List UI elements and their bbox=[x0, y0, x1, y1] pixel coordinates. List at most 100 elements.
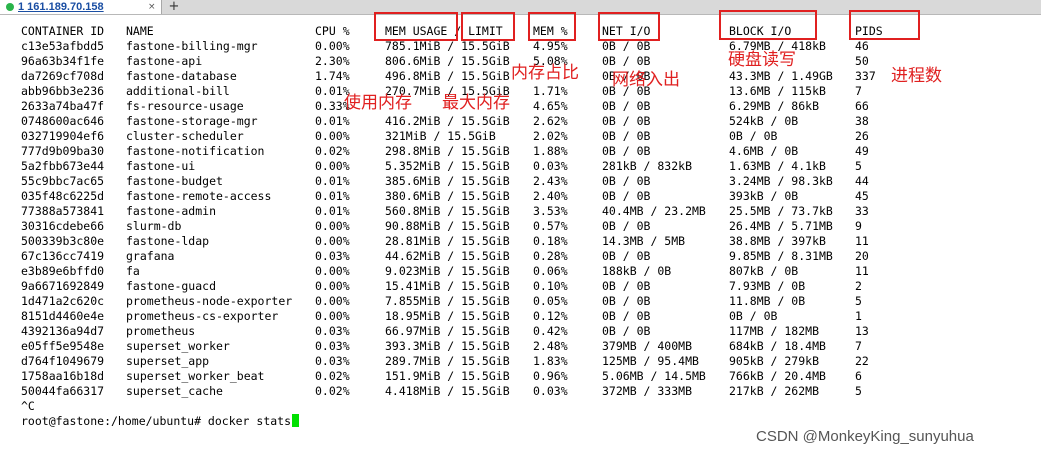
cell-name: prometheus-node-exporter bbox=[126, 294, 293, 308]
cell-name: cluster-scheduler bbox=[126, 129, 244, 143]
cell-mem-pct: 2.40% bbox=[533, 189, 568, 203]
cell-net-io: 0B / 0B bbox=[602, 294, 651, 308]
cell-name: fastone-ui bbox=[126, 159, 196, 173]
cell-cpu: 0.00% bbox=[315, 219, 350, 233]
cell-cpu: 0.02% bbox=[315, 144, 350, 158]
mem-usage-annotation: 使用内存 bbox=[344, 93, 412, 113]
table-row: 0748600ac646 fastone-storage-mgr 0.01% 416.… bbox=[0, 114, 1041, 129]
cell-name: fastone-api bbox=[126, 54, 203, 68]
cell-net-io: 281kB / 832kB bbox=[602, 159, 693, 173]
cell-mem-pct: 0.42% bbox=[533, 324, 568, 338]
table-row: 035f48c6225d fastone-remote-access 0.01% 38… bbox=[0, 189, 1041, 204]
session-tab[interactable]: 1 161.189.70.158 × bbox=[0, 0, 162, 14]
cell-mem-pct: 2.62% bbox=[533, 114, 568, 128]
limit-highlight bbox=[461, 12, 515, 41]
cell-mem-usage: 560.8MiB / 15.5GiB bbox=[385, 204, 510, 218]
header-name: NAME bbox=[126, 24, 154, 38]
cell-container-id: 1d471a2c620c bbox=[21, 294, 105, 308]
cell-pids: 33 bbox=[855, 204, 869, 218]
cell-container-id: e3b89e6bffd0 bbox=[21, 264, 105, 278]
cell-net-io: 0B / 0B bbox=[602, 189, 651, 203]
cell-name: prometheus bbox=[126, 324, 196, 338]
cell-mem-pct: 0.06% bbox=[533, 264, 568, 278]
new-tab-icon[interactable]: + bbox=[166, 0, 182, 14]
cell-container-id: 8151d4460e4e bbox=[21, 309, 105, 323]
cell-pids: 49 bbox=[855, 144, 869, 158]
cell-mem-usage: 28.81MiB / 15.5GiB bbox=[385, 234, 510, 248]
cell-net-io: 0B / 0B bbox=[602, 249, 651, 263]
cell-block-io: 6.29MB / 86kB bbox=[729, 99, 820, 113]
table-row: 032719904ef6 cluster-scheduler 0.00% 321MiB… bbox=[0, 129, 1041, 144]
cell-net-io: 125MB / 95.4MB bbox=[602, 354, 699, 368]
close-tab-icon[interactable]: × bbox=[148, 0, 156, 14]
cell-cpu: 0.03% bbox=[315, 339, 350, 353]
table-row: e05ff5e9548e superset_worker 0.03% 393.3MiB… bbox=[0, 339, 1041, 354]
cell-mem-usage: 806.6MiB / 15.5GiB bbox=[385, 54, 510, 68]
cell-mem-usage: 385.6MiB / 15.5GiB bbox=[385, 174, 510, 188]
cell-pids: 5 bbox=[855, 159, 862, 173]
table-row: 2633a74ba47f fs-resource-usage 0.33% 4.65% 0… bbox=[0, 99, 1041, 114]
interrupt-text: ^C bbox=[21, 399, 35, 413]
cell-container-id: 777d9b09ba30 bbox=[21, 144, 105, 158]
cell-mem-pct: 4.65% bbox=[533, 99, 568, 113]
cell-block-io: 217kB / 262MB bbox=[729, 384, 820, 398]
cell-pids: 7 bbox=[855, 339, 862, 353]
cell-pids: 9 bbox=[855, 219, 862, 233]
table-row: 1d471a2c620c prometheus-node-exporter 0.00… bbox=[0, 294, 1041, 309]
cell-container-id: 55c9bbc7ac65 bbox=[21, 174, 105, 188]
cell-mem-usage: 4.418MiB / 15.5GiB bbox=[385, 384, 510, 398]
cell-pids: 1 bbox=[855, 309, 862, 323]
cell-pids: 26 bbox=[855, 129, 869, 143]
cell-cpu: 0.03% bbox=[315, 249, 350, 263]
cell-mem-pct: 1.71% bbox=[533, 84, 568, 98]
cell-container-id: 67c136cc7419 bbox=[21, 249, 105, 263]
cell-block-io: 905kB / 279kB bbox=[729, 354, 820, 368]
cell-cpu: 0.01% bbox=[315, 174, 350, 188]
cell-block-io: 7.93MB / 0B bbox=[729, 279, 806, 293]
cell-container-id: 5a2fbb673e44 bbox=[21, 159, 105, 173]
cell-net-io: 0B / 0B bbox=[602, 129, 651, 143]
cell-mem-usage: 496.8MiB / 15.5GiB bbox=[385, 69, 510, 83]
cell-block-io: 38.8MB / 397kB bbox=[729, 234, 826, 248]
cell-net-io: 0B / 0B bbox=[602, 54, 651, 68]
cell-mem-pct: 1.83% bbox=[533, 354, 568, 368]
cell-container-id: e05ff5e9548e bbox=[21, 339, 105, 353]
cell-mem-pct: 0.10% bbox=[533, 279, 568, 293]
cell-mem-usage: 380.6MiB / 15.5GiB bbox=[385, 189, 510, 203]
cell-name: fs-resource-usage bbox=[126, 99, 244, 113]
cell-pids: 46 bbox=[855, 39, 869, 53]
cell-mem-usage: 44.62MiB / 15.5GiB bbox=[385, 249, 510, 263]
cell-net-io: 0B / 0B bbox=[602, 219, 651, 233]
cell-pids: 66 bbox=[855, 99, 869, 113]
cell-mem-usage: 416.2MiB / 15.5GiB bbox=[385, 114, 510, 128]
prompt-text: root@fastone:/home/ubuntu# docker stats bbox=[21, 414, 292, 428]
mem-usage-highlight bbox=[374, 12, 458, 41]
cell-block-io: 0B / 0B bbox=[729, 129, 778, 143]
cell-cpu: 0.01% bbox=[315, 114, 350, 128]
cell-name: prometheus-cs-exporter bbox=[126, 309, 279, 323]
cell-mem-pct: 3.53% bbox=[533, 204, 568, 218]
table-row: 1758aa16b18d superset_worker_beat 0.02% 151… bbox=[0, 369, 1041, 384]
cell-name: fastone-admin bbox=[126, 204, 217, 218]
cell-mem-pct: 0.03% bbox=[533, 384, 568, 398]
table-row: 30316cdebe66 slurm-db 0.00% 90.88MiB / 15.5… bbox=[0, 219, 1041, 234]
header-container-id: CONTAINER ID bbox=[21, 24, 105, 38]
cell-pids: 45 bbox=[855, 189, 869, 203]
cell-container-id: 2633a74ba47f bbox=[21, 99, 105, 113]
cell-pids: 20 bbox=[855, 249, 869, 263]
cell-cpu: 1.74% bbox=[315, 69, 350, 83]
cell-mem-pct: 1.88% bbox=[533, 144, 568, 158]
cell-cpu: 0.01% bbox=[315, 204, 350, 218]
cell-container-id: 032719904ef6 bbox=[21, 129, 105, 143]
cell-cpu: 2.30% bbox=[315, 54, 350, 68]
cell-mem-pct: 0.96% bbox=[533, 369, 568, 383]
cell-block-io: 1.63MB / 4.1kB bbox=[729, 159, 826, 173]
cell-mem-usage: 289.7MiB / 15.5GiB bbox=[385, 354, 510, 368]
cell-net-io: 0B / 0B bbox=[602, 144, 651, 158]
prompt-line[interactable]: root@fastone:/home/ubuntu# docker stats bbox=[0, 414, 1041, 429]
cell-cpu: 0.01% bbox=[315, 189, 350, 203]
cell-mem-usage: 15.41MiB / 15.5GiB bbox=[385, 279, 510, 293]
cell-cpu: 0.03% bbox=[315, 354, 350, 368]
cell-net-io: 0B / 0B bbox=[602, 324, 651, 338]
cell-mem-usage: 7.855MiB / 15.5GiB bbox=[385, 294, 510, 308]
